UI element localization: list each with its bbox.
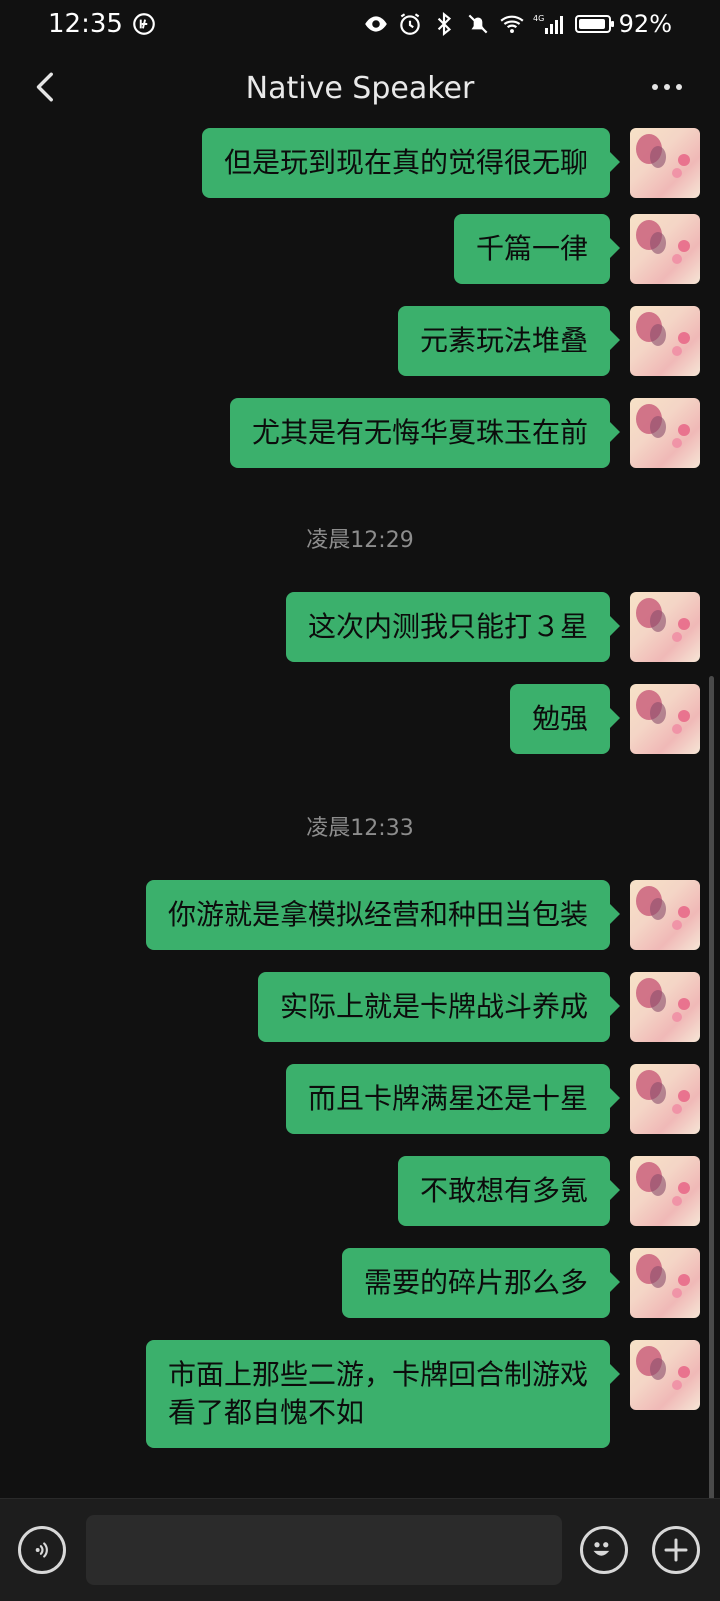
more-actions-button[interactable] [652, 1526, 700, 1574]
message-row: 需要的碎片那么多 [341, 1248, 700, 1318]
avatar[interactable] [630, 128, 700, 198]
message-row: 实际上就是卡牌战斗养成 [257, 972, 700, 1042]
mute-icon [465, 11, 491, 37]
message-list[interactable]: 但是玩到现在真的觉得很无聊 千篇一律 元素玩法堆叠 尤其是有无悔华夏珠玉在前 凌… [0, 128, 720, 1498]
eye-icon [363, 11, 389, 37]
voice-icon [35, 1542, 48, 1558]
status-right: 4G 92% [363, 10, 672, 38]
message-row: 这次内测我只能打３星 [285, 592, 700, 662]
avatar[interactable] [630, 1156, 700, 1226]
alarm-icon [397, 11, 423, 37]
timestamp: 凌晨12:29 [306, 528, 414, 553]
avatar[interactable] [630, 880, 700, 950]
bluetooth-icon [431, 11, 457, 37]
notification-icon [131, 11, 157, 37]
message-bubble[interactable]: 但是玩到现在真的觉得很无聊 [201, 128, 621, 198]
voice-input-button[interactable] [18, 1526, 66, 1574]
avatar[interactable] [630, 684, 700, 754]
avatar[interactable] [630, 306, 700, 376]
scrollbar[interactable] [709, 676, 714, 1498]
message-bubble[interactable]: 实际上就是卡牌战斗养成 [257, 972, 621, 1042]
avatar[interactable] [630, 398, 700, 468]
message-row: 千篇一律 [453, 214, 700, 284]
message-bubble[interactable]: 这次内测我只能打３星 [285, 592, 621, 662]
chat-header: Native Speaker [0, 48, 720, 128]
avatar[interactable] [630, 1248, 700, 1318]
timestamp: 凌晨12:33 [306, 816, 414, 841]
message-bubble[interactable]: 元素玩法堆叠 [397, 306, 621, 376]
chat-title: Native Speaker [245, 70, 475, 106]
message-row: 但是玩到现在真的觉得很无聊 [201, 128, 700, 198]
message-bubble[interactable]: 尤其是有无悔华夏珠玉在前 [229, 398, 621, 468]
more-icon [652, 84, 682, 90]
message-row: 不敢想有多氪 [397, 1156, 700, 1226]
message-row: 而且卡牌满星还是十星 [285, 1064, 700, 1134]
emoji-icon [593, 1542, 610, 1556]
back-button[interactable] [22, 62, 72, 112]
status-left: 12:35 [48, 9, 157, 39]
battery-percent: 92% [618, 10, 672, 38]
input-bar [0, 1498, 720, 1601]
battery-icon [574, 15, 614, 33]
message-bubble[interactable]: 需要的碎片那么多 [341, 1248, 621, 1318]
svg-text:4G: 4G [533, 14, 544, 23]
message-row: 尤其是有无悔华夏珠玉在前 [229, 398, 700, 468]
cellular-signal-icon: 4G [533, 11, 567, 37]
message-bubble[interactable]: 千篇一律 [453, 214, 621, 284]
wifi-icon [499, 11, 525, 37]
message-bubble[interactable]: 你游就是拿模拟经营和种田当包装 [145, 880, 621, 950]
message-row: 市面上那些二游，卡牌回合制游戏 看了都自愧不如 [145, 1340, 700, 1448]
message-input[interactable] [86, 1515, 562, 1585]
avatar[interactable] [630, 592, 700, 662]
avatar[interactable] [630, 1340, 700, 1410]
avatar[interactable] [630, 972, 700, 1042]
message-row: 你游就是拿模拟经营和种田当包装 [145, 880, 700, 950]
more-options-button[interactable] [642, 62, 692, 112]
message-bubble[interactable]: 市面上那些二游，卡牌回合制游戏 看了都自愧不如 [145, 1340, 621, 1448]
status-time: 12:35 [48, 9, 123, 39]
plus-icon [664, 1538, 688, 1562]
chevron-left-icon [36, 72, 53, 102]
status-bar: 12:35 4G 92% [0, 0, 720, 48]
message-row: 勉强 [509, 684, 700, 754]
message-bubble[interactable]: 不敢想有多氪 [397, 1156, 621, 1226]
message-bubble[interactable]: 而且卡牌满星还是十星 [285, 1064, 621, 1134]
emoji-button[interactable] [580, 1526, 628, 1574]
avatar[interactable] [630, 214, 700, 284]
message-bubble[interactable]: 勉强 [509, 684, 621, 754]
message-row: 元素玩法堆叠 [397, 306, 700, 376]
avatar[interactable] [630, 1064, 700, 1134]
